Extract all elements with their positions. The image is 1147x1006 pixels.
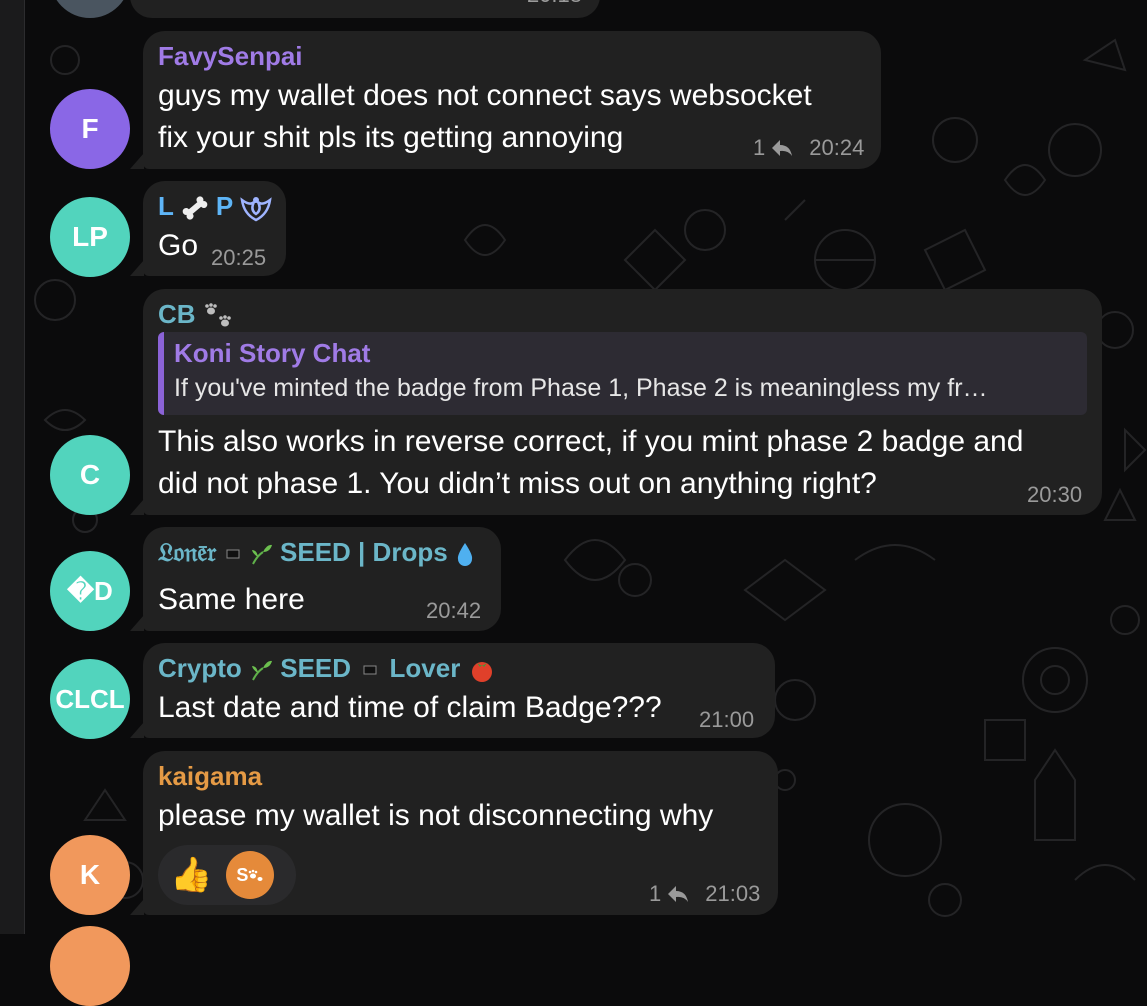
message-time: 20:30 [1027,482,1083,507]
message-text: Go [158,229,199,262]
avatar[interactable]: C [50,435,130,515]
sender-name[interactable]: FavySenpai [158,41,303,72]
paw-prints-icon [249,869,263,881]
avatar-initials: K [79,859,101,890]
message-meta: 1 21:03 [649,881,760,907]
avatar[interactable]: CLCL [50,659,130,739]
sender-name[interactable]: Crypto SEED Lover [158,653,496,684]
message-time: 20:24 [809,135,865,160]
bone-icon [182,196,207,220]
reply-count[interactable]: 1 [753,135,765,161]
avatar-initials: F [81,113,99,144]
reply-arrow-icon[interactable] [667,885,689,903]
sender-name-part: SEED [280,653,352,683]
seedling-icon [252,661,273,681]
message-bubble[interactable]: Crypto SEED Lover Last date and time of … [143,643,775,738]
sender-name[interactable]: 𝔏𝔬𝔫𝔢̄𝔯 SEED | Drops [158,537,475,569]
message-time: 20:42 [426,598,482,623]
sender-name-part: L [158,191,174,221]
message-bubble[interactable]: CB Koni Story Chat If you've minted the … [143,289,1102,515]
message-text: Last date and time of claim Badge??? [158,691,662,724]
sender-name-text: CB [158,299,196,329]
avatar[interactable]: K [50,835,130,915]
reply-arrow-icon[interactable] [771,139,793,157]
message-bubble-partial: 20:18 [130,0,600,18]
avatar[interactable]: F [50,89,130,169]
sender-name-part: Lover [389,653,461,683]
message-bubble[interactable]: kaigama please my wallet is not disconne… [143,751,778,915]
sender-name-part: SEED | Drops [280,537,448,567]
sender-name-part: P [215,191,233,221]
phoenix-emblem-icon [240,197,272,222]
sender-name[interactable]: kaigama [158,761,262,792]
sender-name[interactable]: CB [158,299,235,330]
message-text: Same here [158,583,305,616]
quote-text: If you've minted the badge from Phase 1,… [174,374,988,402]
message-time: 20:25 [211,245,267,270]
message-time: 21:00 [699,707,755,732]
avatar[interactable]: LP [50,197,130,277]
message-time: 20:18 [527,0,582,8]
message-text: please my wallet is not disconnecting wh… [158,799,714,832]
avatar-initials: �D [67,575,113,606]
tomato-icon [471,662,492,683]
avatar-initials: LP [72,221,108,252]
sender-name[interactable]: L P [158,191,272,222]
sender-name-part: Crypto [158,653,242,683]
black-square-icon [226,549,240,559]
sender-name-part: 𝔏𝔬𝔫𝔢̄𝔯 [158,538,217,568]
reactor-initial: S [236,864,249,885]
avatar-partial[interactable] [50,926,130,1006]
message-time: 21:03 [705,881,761,906]
droplet-icon [457,543,473,567]
paw-prints-icon [204,303,231,327]
reactions-bar[interactable]: 👍 S [158,845,296,905]
black-square-icon [363,665,377,675]
message-text-line-2: fix your shit pls its getting annoying [158,121,624,154]
avatar[interactable]: �D [50,551,130,631]
message-meta: 1 20:24 [753,135,864,161]
avatar-initials: CLCL [55,683,125,714]
message-text-line-2: did not phase 1. You didn’t miss out on … [158,467,877,500]
thumbs-up-reaction[interactable]: 👍 [170,858,212,892]
left-panel-edge [0,0,25,934]
avatar-initials: C [79,459,101,490]
reply-count[interactable]: 1 [649,881,661,907]
seedling-icon [251,545,272,565]
message-bubble[interactable]: L P Go 20:25 [143,181,286,276]
message-text-line-1: guys my wallet does not connect says web… [158,79,812,112]
reply-quote[interactable]: Koni Story Chat If you've minted the bad… [158,332,1087,415]
message-text-line-1: This also works in reverse correct, if y… [158,425,1024,458]
quote-title: Koni Story Chat [174,338,371,368]
message-bubble[interactable]: FavySenpai guys my wallet does not conne… [143,31,881,169]
message-bubble[interactable]: 𝔏𝔬𝔫𝔢̄𝔯 SEED | Drops Same here 20:42 [143,527,501,631]
reactor-avatar[interactable]: S [226,851,275,899]
quote-accent-bar [158,332,164,415]
